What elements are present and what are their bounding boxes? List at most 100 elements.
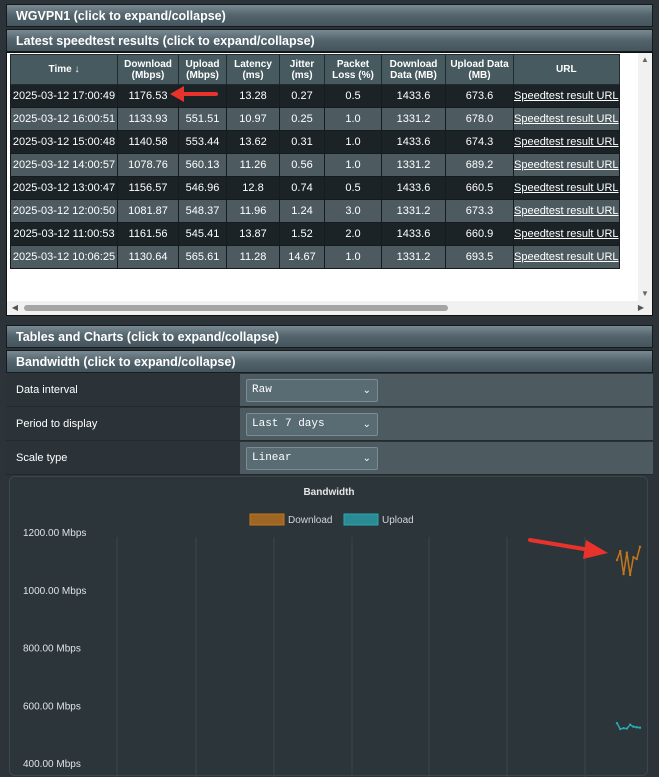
section-wgvpn1-header[interactable]: WGVPN1 (click to expand/collapse) bbox=[6, 4, 653, 27]
table-cell: 11.26 bbox=[226, 153, 280, 177]
column-header: Jitter (ms) bbox=[279, 54, 325, 85]
table-cell: 1.0 bbox=[324, 245, 382, 269]
table-cell: 2.0 bbox=[324, 222, 382, 246]
speedtest-result-link[interactable]: Speedtest result URL bbox=[513, 84, 620, 108]
table-cell: 673.6 bbox=[445, 84, 514, 108]
table-cell: 1331.2 bbox=[381, 107, 446, 131]
table-cell: 1133.93 bbox=[117, 107, 179, 131]
table-cell: 678.0 bbox=[445, 107, 514, 131]
table-cell: 1140.58 bbox=[117, 130, 179, 154]
legend-swatch-upload bbox=[343, 513, 379, 526]
data-point-download bbox=[632, 555, 635, 559]
column-header[interactable]: Time ↓ bbox=[10, 54, 118, 85]
speedtest-result-link[interactable]: Speedtest result URL bbox=[513, 107, 620, 131]
data-point-download bbox=[622, 572, 625, 576]
table-cell: 548.37 bbox=[178, 199, 227, 223]
table-cell: 2025-03-12 15:00:48 bbox=[10, 130, 118, 154]
speedtest-result-link[interactable]: Speedtest result URL bbox=[513, 130, 620, 154]
scroll-left-icon[interactable]: ◀ bbox=[8, 301, 22, 315]
data-point-upload bbox=[622, 726, 625, 730]
horizontal-scrollbar[interactable]: ◀ ▶ bbox=[7, 301, 652, 315]
table-cell: 693.5 bbox=[445, 245, 514, 269]
setting-label: Data interval bbox=[6, 374, 240, 406]
select-value: Linear bbox=[252, 452, 292, 464]
column-header: Upload (Mbps) bbox=[178, 54, 227, 85]
data-point-download bbox=[625, 551, 629, 554]
speedtest-result-link[interactable]: Speedtest result URL bbox=[513, 199, 620, 223]
table-cell: 1331.2 bbox=[381, 199, 446, 223]
table-cell: 2025-03-12 12:00:50 bbox=[10, 199, 118, 223]
table-cell: 1.24 bbox=[279, 199, 325, 223]
chevron-down-icon: ⌄ bbox=[362, 453, 371, 464]
scale-type-select[interactable]: Linear ⌄ bbox=[246, 447, 378, 470]
table-cell: 674.3 bbox=[445, 130, 514, 154]
table-cell: 13.28 bbox=[226, 84, 280, 108]
table-cell: 1.0 bbox=[324, 107, 382, 131]
data-point-upload bbox=[625, 727, 629, 730]
table-cell: 0.31 bbox=[279, 130, 325, 154]
chevron-down-icon: ⌄ bbox=[362, 419, 371, 430]
table-row: 2025-03-12 17:00:49 1176.53 13.28 0.27 0.5 14… bbox=[10, 84, 620, 108]
table-cell: 11.96 bbox=[226, 199, 280, 223]
table-cell: 560.13 bbox=[178, 153, 227, 177]
red-arrow-icon bbox=[528, 538, 608, 559]
table-cell: 0.25 bbox=[279, 107, 325, 131]
scroll-up-icon[interactable]: ▲ bbox=[638, 53, 652, 67]
speedtest-result-link[interactable]: Speedtest result URL bbox=[513, 222, 620, 246]
table-cell: 2025-03-12 11:00:53 bbox=[10, 222, 118, 246]
column-header: Download Data (MB) bbox=[381, 54, 446, 85]
setting-scale-type: Scale type Linear ⌄ bbox=[6, 442, 653, 475]
table-cell: 565.61 bbox=[178, 245, 227, 269]
legend-label-download: Download bbox=[288, 515, 332, 526]
table-cell: 660.9 bbox=[445, 222, 514, 246]
table-cell: 13.87 bbox=[226, 222, 280, 246]
table-cell: 3.0 bbox=[324, 199, 382, 223]
column-header: URL bbox=[513, 54, 620, 85]
data-point-upload bbox=[635, 726, 638, 729]
table-cell: 11.28 bbox=[226, 245, 280, 269]
red-arrow-icon bbox=[170, 86, 218, 102]
speedtest-result-link[interactable]: Speedtest result URL bbox=[513, 176, 620, 200]
data-point-download bbox=[628, 573, 632, 577]
table-cell: 2025-03-12 13:00:47 bbox=[10, 176, 118, 200]
table-cell: 1433.6 bbox=[381, 176, 446, 200]
y-tick-label: 400.00 Mbps bbox=[23, 759, 81, 770]
table-cell: 551.51 bbox=[178, 107, 227, 131]
select-value: Last 7 days bbox=[252, 418, 325, 430]
table-cell: 1433.6 bbox=[381, 222, 446, 246]
speedtest-result-link[interactable]: Speedtest result URL bbox=[513, 245, 620, 269]
table-cell: 689.2 bbox=[445, 153, 514, 177]
table-cell: 10.97 bbox=[226, 107, 280, 131]
speedtest-result-link[interactable]: Speedtest result URL bbox=[513, 153, 620, 177]
table-cell: 1156.57 bbox=[117, 176, 179, 200]
section-speedtest-header[interactable]: Latest speedtest results (click to expan… bbox=[6, 29, 653, 52]
table-cell: 2025-03-12 17:00:49 bbox=[10, 84, 118, 108]
data-point-upload bbox=[628, 723, 632, 726]
scroll-down-icon[interactable]: ▼ bbox=[638, 287, 652, 301]
table-cell: 1.0 bbox=[324, 130, 382, 154]
table-cell: 2025-03-12 16:00:51 bbox=[10, 107, 118, 131]
table-row: 2025-03-12 13:00:47 1156.57 546.96 12.8 0.74… bbox=[10, 176, 620, 200]
data-point-upload bbox=[632, 725, 635, 728]
horizontal-scroll-thumb[interactable] bbox=[24, 305, 448, 311]
table-cell: 1081.87 bbox=[117, 199, 179, 223]
data-point-upload bbox=[619, 727, 622, 731]
section-bandwidth-header[interactable]: Bandwidth (click to expand/collapse) bbox=[6, 350, 653, 373]
data-interval-select[interactable]: Raw ⌄ bbox=[246, 379, 378, 402]
section-tables-charts-header[interactable]: Tables and Charts (click to expand/colla… bbox=[6, 325, 653, 348]
setting-period: Period to display Last 7 days ⌄ bbox=[6, 408, 653, 441]
select-value: Raw bbox=[252, 384, 272, 396]
vertical-scrollbar[interactable]: ▲ ▼ bbox=[638, 53, 652, 301]
table-cell: 1078.76 bbox=[117, 153, 179, 177]
period-select[interactable]: Last 7 days ⌄ bbox=[246, 413, 378, 436]
table-cell: 0.5 bbox=[324, 84, 382, 108]
scroll-right-icon[interactable]: ▶ bbox=[634, 301, 648, 315]
y-tick-label: 1200.00 Mbps bbox=[23, 528, 86, 539]
y-tick-label: 600.00 Mbps bbox=[23, 701, 81, 712]
setting-label: Period to display bbox=[6, 408, 240, 440]
table-cell: 1.52 bbox=[279, 222, 325, 246]
table-row: 2025-03-12 10:06:25 1130.64 565.61 11.28 14.… bbox=[10, 245, 620, 269]
data-point-upload bbox=[638, 726, 642, 729]
speedtest-results-table: Time ↓ Download (Mbps) Upload (Mbps) Latenc… bbox=[10, 54, 620, 269]
column-header: Latency (ms) bbox=[226, 54, 280, 85]
